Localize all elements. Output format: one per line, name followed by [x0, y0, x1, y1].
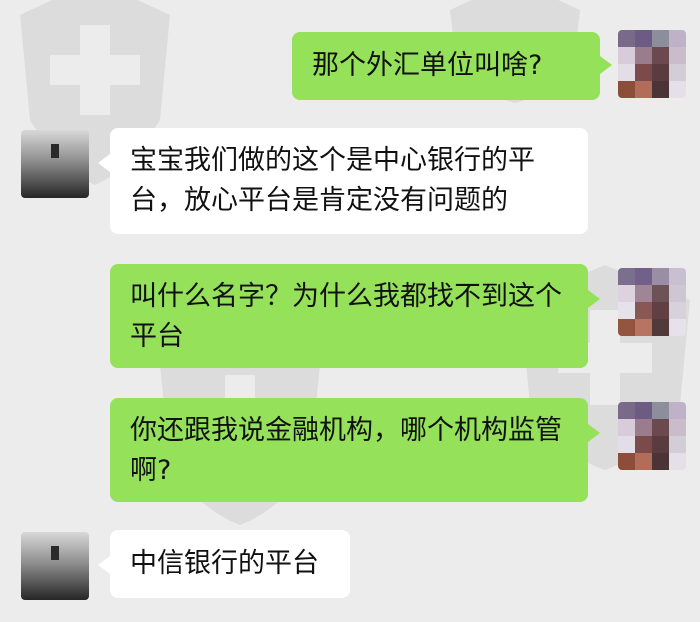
message-bubble-sent[interactable]: 叫什么名字？为什么我都找不到这个平台 [110, 264, 588, 368]
bubble-tail [98, 154, 110, 172]
user-avatar[interactable] [618, 268, 686, 336]
message-row: 那个外汇单位叫啥? [0, 30, 700, 110]
message-bubble-sent[interactable]: 那个外汇单位叫啥? [292, 32, 600, 100]
message-text: 宝宝我们做的这个是中心银行的平台，放心平台是肯定没有问题的 [130, 145, 535, 216]
bubble-tail [588, 290, 600, 308]
bubble-tail [98, 556, 110, 574]
message-row: 中信银行的平台 [0, 530, 700, 610]
contact-avatar[interactable] [21, 130, 89, 198]
message-bubble-sent[interactable]: 你还跟我说金融机构，哪个机构监管啊? [110, 398, 588, 502]
message-text: 你还跟我说金融机构，哪个机构监管啊? [130, 415, 562, 486]
message-text: 那个外汇单位叫啥? [312, 50, 543, 81]
avatar-silhouette [51, 144, 59, 158]
message-bubble-received[interactable]: 中信银行的平台 [110, 530, 350, 598]
message-bubble-received[interactable]: 宝宝我们做的这个是中心银行的平台，放心平台是肯定没有问题的 [110, 128, 588, 234]
bubble-tail [600, 56, 612, 74]
message-text: 叫什么名字？为什么我都找不到这个平台 [130, 281, 562, 352]
user-avatar[interactable] [618, 402, 686, 470]
message-row: 你还跟我说金融机构，哪个机构监管啊? [0, 398, 700, 508]
message-row: 宝宝我们做的这个是中心银行的平台，放心平台是肯定没有问题的 [0, 128, 700, 238]
contact-avatar[interactable] [21, 532, 89, 600]
message-text: 中信银行的平台 [130, 548, 319, 579]
message-row: 叫什么名字？为什么我都找不到这个平台 [0, 264, 700, 374]
user-avatar[interactable] [618, 30, 686, 98]
bubble-tail [588, 424, 600, 442]
avatar-silhouette [51, 546, 59, 560]
